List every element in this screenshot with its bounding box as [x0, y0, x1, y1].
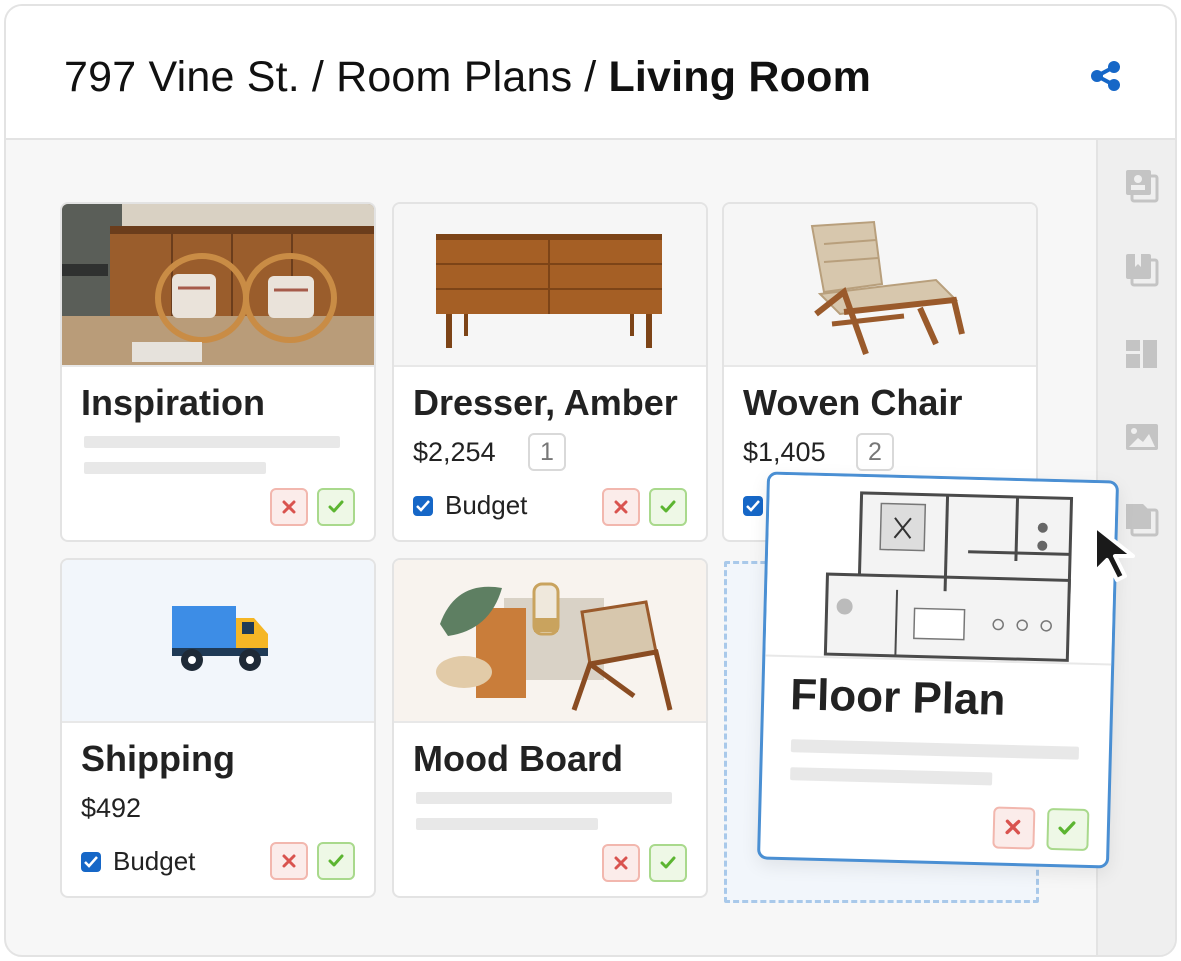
bookmark-stack-icon — [1126, 254, 1159, 287]
close-icon — [614, 856, 628, 870]
card-dresser[interactable]: Dresser, Amber $2,254 1 Budget — [392, 202, 708, 542]
reject-button[interactable] — [270, 842, 308, 880]
quantity-badge: 2 — [856, 433, 894, 471]
bookmark-stack-button[interactable] — [1124, 252, 1160, 288]
mouse-pointer-icon — [1093, 524, 1135, 582]
share-button[interactable] — [1088, 58, 1124, 94]
reject-button[interactable] — [602, 844, 640, 882]
placeholder-line — [416, 792, 672, 804]
breadcrumb-item-property[interactable]: 797 Vine St. — [64, 53, 300, 101]
share-icon — [1091, 61, 1120, 91]
approve-button[interactable] — [1046, 807, 1090, 851]
mood-board-collage — [394, 560, 706, 723]
layout-blocks-button[interactable] — [1124, 336, 1160, 372]
reject-button[interactable] — [602, 488, 640, 526]
checkbox-checked-icon — [413, 496, 433, 516]
breadcrumb: 797 Vine St. / Room Plans / Living Room — [64, 50, 871, 104]
card-mood-board[interactable]: Mood Board — [392, 558, 708, 898]
card-floor-plan-dragging[interactable]: Floor Plan — [756, 471, 1120, 869]
check-icon — [660, 500, 676, 513]
breadcrumb-item-room-plans[interactable]: Room Plans — [336, 53, 572, 101]
item-price: $2,254 — [413, 437, 496, 467]
placeholder-line — [84, 462, 266, 474]
close-icon — [1005, 819, 1021, 835]
check-icon — [660, 856, 676, 869]
breadcrumb-separator: / — [311, 53, 325, 101]
placeholder-line — [84, 436, 340, 448]
close-icon — [282, 500, 296, 514]
picture-icon — [1126, 424, 1158, 450]
image-stack-icon — [1126, 170, 1159, 203]
placeholder-line — [416, 818, 598, 830]
close-icon — [614, 500, 628, 514]
picture-button[interactable] — [1124, 419, 1160, 455]
card-title: Woven Chair — [743, 382, 963, 423]
card-title: Inspiration — [81, 382, 266, 423]
reject-button[interactable] — [992, 806, 1036, 850]
image-stack-button[interactable] — [1124, 168, 1160, 204]
close-icon — [282, 854, 296, 868]
card-title: Dresser, Amber — [413, 382, 678, 423]
budget-label: Budget — [113, 846, 196, 876]
card-inspiration[interactable]: Inspiration — [60, 202, 376, 542]
approve-button[interactable] — [649, 488, 687, 526]
check-icon — [328, 500, 344, 513]
budget-checkbox[interactable]: Budget — [81, 846, 195, 877]
header: 797 Vine St. / Room Plans / Living Room — [6, 6, 1175, 140]
approve-button[interactable] — [317, 488, 355, 526]
inspiration-photo — [62, 204, 374, 367]
truck-icon — [172, 606, 268, 671]
card-title: Mood Board — [413, 738, 623, 779]
breadcrumb-separator: / — [584, 53, 597, 101]
approve-button[interactable] — [317, 842, 355, 880]
budget-checkbox[interactable]: Budget — [413, 490, 527, 521]
budget-label: Budget — [445, 490, 528, 520]
shipping-thumb — [62, 560, 374, 723]
layout-blocks-icon — [1126, 340, 1157, 368]
approve-button[interactable] — [649, 844, 687, 882]
item-price: $492 — [81, 793, 142, 823]
breadcrumb-current: Living Room — [608, 53, 872, 101]
placeholder-line — [790, 767, 993, 786]
check-icon — [1058, 821, 1076, 835]
checkbox-checked-icon — [81, 852, 101, 872]
quantity-badge: 1 — [528, 433, 566, 471]
check-icon — [328, 854, 344, 867]
placeholder-line — [790, 739, 1080, 760]
woven-chair-photo — [724, 204, 1036, 367]
item-price: $1,405 — [743, 437, 826, 467]
dresser-photo — [394, 204, 706, 367]
checkbox-checked-icon — [743, 496, 763, 516]
card-title: Floor Plan — [789, 670, 1006, 725]
reject-button[interactable] — [270, 488, 308, 526]
card-title: Shipping — [81, 738, 235, 779]
floor-plan-drawing — [765, 474, 1116, 666]
app-window: 797 Vine St./Room Plans/Living Room — [4, 4, 1177, 957]
card-shipping[interactable]: Shipping $492 Budget — [60, 558, 376, 898]
